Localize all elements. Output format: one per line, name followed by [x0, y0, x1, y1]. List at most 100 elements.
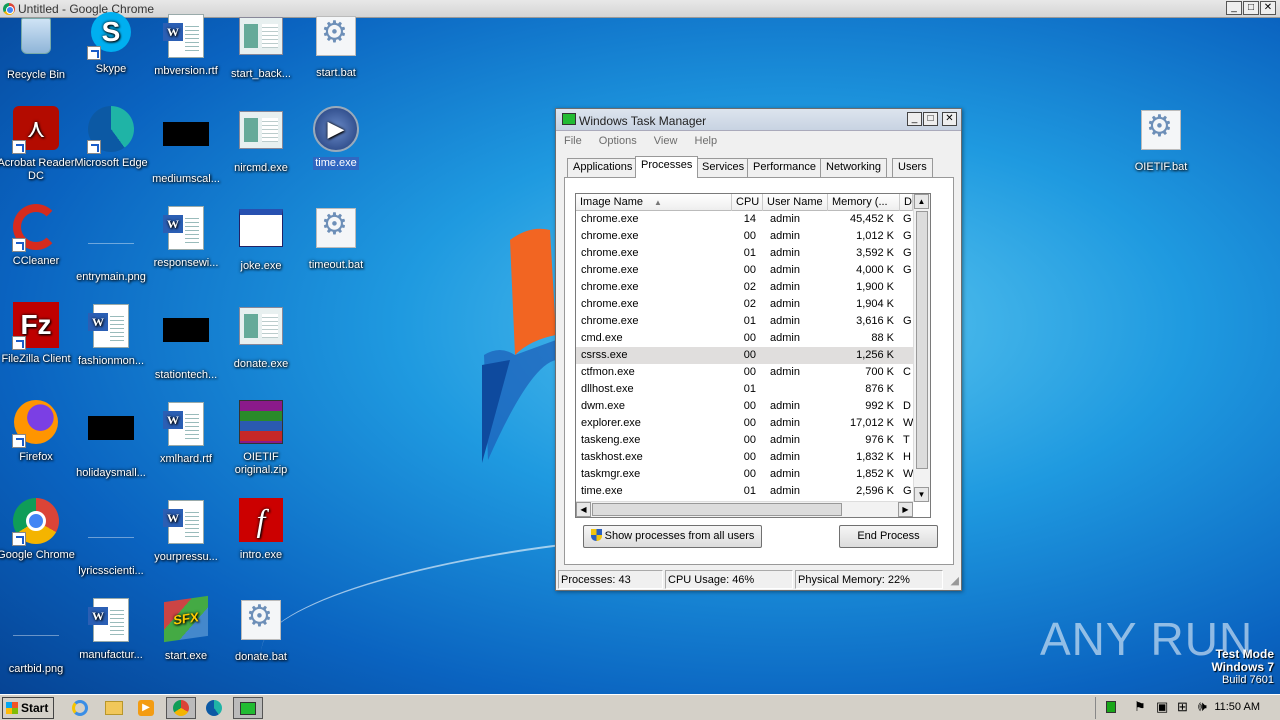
process-row[interactable]: chrome.exe 01 admin 3,592 K G	[576, 245, 913, 262]
desktop-icon-lyricsscienti[interactable]: lyricsscienti...	[69, 498, 153, 578]
process-row[interactable]: chrome.exe 02 admin 1,900 K	[576, 279, 913, 296]
minimize-button[interactable]: _	[1226, 1, 1242, 15]
clock[interactable]: 11:50 AM	[1214, 701, 1260, 713]
process-row[interactable]: ctfmon.exe 00 admin 700 K C	[576, 364, 913, 381]
network-green-icon[interactable]	[1106, 701, 1116, 713]
desktop-icon-skype[interactable]: S Skype	[69, 12, 153, 76]
column-description[interactable]: D	[900, 194, 913, 211]
desktop-icon-oietif-bat[interactable]: OIETIF.bat	[1119, 106, 1203, 174]
tab-processes[interactable]: Processes	[635, 156, 699, 178]
process-row[interactable]: chrome.exe 00 admin 1,012 K G	[576, 228, 913, 245]
desktop-icon-start-exe[interactable]: SFX start.exe	[144, 595, 228, 663]
resize-grip-icon[interactable]: ◢	[951, 574, 959, 587]
column-user-name[interactable]: User Name	[763, 194, 828, 211]
desktop-icon-edge[interactable]: Microsoft Edge	[69, 106, 153, 170]
process-row[interactable]: chrome.exe 01 admin 3,616 K G	[576, 313, 913, 330]
chrome-taskbar-button[interactable]	[166, 697, 196, 719]
scroll-up-button[interactable]: ▲	[914, 194, 929, 209]
desktop-icon-acrobat[interactable]: ⋏ Acrobat Reader DC	[0, 106, 78, 183]
tab-users[interactable]: Users	[892, 158, 933, 177]
tab-applications[interactable]: Applications	[567, 158, 639, 177]
show-all-processes-button[interactable]: Show processes from all users	[583, 525, 762, 548]
close-button[interactable]: ✕	[1260, 1, 1276, 15]
process-row[interactable]: chrome.exe 02 admin 1,904 K	[576, 296, 913, 313]
ie-icon[interactable]	[70, 698, 92, 718]
network-icon[interactable]: ⊞	[1177, 699, 1188, 715]
process-row[interactable]: chrome.exe 14 admin 45,452 K G	[576, 211, 913, 228]
desktop-icon-mbversion[interactable]: W mbversion.rtf	[144, 12, 228, 78]
end-process-button[interactable]: End Process	[839, 525, 938, 548]
process-row[interactable]: taskhost.exe 00 admin 1,832 K H	[576, 449, 913, 466]
process-mem-cell: 1,904 K	[856, 298, 894, 310]
tm-minimize-button[interactable]: _	[907, 112, 922, 126]
desktop-icon-xmlhard[interactable]: W xmlhard.rtf	[144, 400, 228, 466]
desktop-icon-recycle-bin[interactable]: Recycle Bin	[0, 12, 78, 82]
scroll-right-button[interactable]: ▶	[898, 502, 913, 517]
media-player-taskbar-icon[interactable]: ▶	[136, 698, 158, 718]
horizontal-scroll-thumb[interactable]	[592, 503, 842, 516]
tm-close-button[interactable]: ✕	[942, 112, 957, 126]
scroll-down-button[interactable]: ▼	[914, 487, 929, 502]
volume-icon[interactable]: 🕪	[1198, 698, 1207, 715]
menu-options[interactable]: Options	[599, 131, 637, 151]
start-button[interactable]: Start	[2, 697, 54, 719]
desktop-icon-nircmd[interactable]: nircmd.exe	[219, 106, 303, 175]
vertical-scrollbar[interactable]: ▲ ▼	[913, 194, 930, 502]
task-manager-title-bar[interactable]: Windows Task Manager _ □ ✕	[556, 109, 961, 131]
desktop-icon-start-back[interactable]: start_back...	[219, 12, 303, 81]
device-icon[interactable]: ▣	[1156, 699, 1168, 715]
process-row[interactable]: taskmgr.exe 00 admin 1,852 K W	[576, 466, 913, 483]
process-row[interactable]: dwm.exe 00 admin 992 K D	[576, 398, 913, 415]
desktop-icon-intro[interactable]: f intro.exe	[219, 498, 303, 562]
menu-view[interactable]: View	[654, 131, 678, 151]
explorer-folder-icon[interactable]	[103, 698, 125, 718]
column-cpu[interactable]: CPU	[732, 194, 763, 211]
tab-services[interactable]: Services	[696, 158, 751, 177]
desktop-icon-entrymain[interactable]: entrymain.png	[69, 204, 153, 284]
desktop-icon-holidaysmall[interactable]: holidaysmall...	[69, 400, 153, 480]
desktop-icon-google-chrome[interactable]: Google Chrome	[0, 498, 78, 562]
desktop-icon-mediumscal[interactable]: mediumscal...	[144, 106, 228, 186]
column-memory[interactable]: Memory (...	[828, 194, 900, 211]
desktop-icon-stationtech[interactable]: stationtech...	[144, 302, 228, 382]
desktop-icon-filezilla[interactable]: Fz FileZilla Client	[0, 302, 78, 366]
process-row[interactable]: time.exe 01 admin 2,596 K G	[576, 483, 913, 500]
menu-help[interactable]: Help	[695, 131, 718, 151]
column-image-name[interactable]: Image Name ▲	[576, 194, 732, 211]
tab-networking[interactable]: Networking	[820, 158, 888, 177]
process-row[interactable]: taskeng.exe 00 admin 976 K T	[576, 432, 913, 449]
flag-icon[interactable]: ⚑	[1134, 699, 1146, 715]
desktop-icon-donate-exe[interactable]: donate.exe	[219, 302, 303, 371]
desktop-icon-yourpressu[interactable]: W yourpressu...	[144, 498, 228, 564]
process-row[interactable]: cmd.exe 00 admin 88 K	[576, 330, 913, 347]
desktop-icon-ccleaner[interactable]: CCleaner	[0, 204, 78, 268]
process-mem-cell: 3,592 K	[856, 247, 894, 259]
desktop-icon-manufactur[interactable]: W manufactur...	[69, 596, 153, 662]
desktop-icon-cartbid[interactable]: cartbid.png	[0, 596, 78, 676]
maximize-button[interactable]: □	[1243, 1, 1259, 15]
process-row[interactable]: dllhost.exe 01 876 K	[576, 381, 913, 398]
desktop-icon-start-bat[interactable]: start.bat	[294, 12, 378, 80]
edge-taskbar-icon[interactable]	[204, 698, 226, 718]
process-row[interactable]: chrome.exe 00 admin 4,000 K G	[576, 262, 913, 279]
desktop-icon-joke[interactable]: joke.exe	[219, 204, 303, 273]
desktop-icon-donate-bat[interactable]: donate.bat	[219, 596, 303, 664]
vertical-scroll-thumb[interactable]	[916, 211, 928, 469]
process-row[interactable]: csrss.exe 00 1,256 K	[576, 347, 913, 364]
scroll-left-button[interactable]: ◀	[576, 502, 591, 517]
tm-maximize-button[interactable]: □	[923, 112, 938, 126]
tab-performance[interactable]: Performance	[747, 158, 822, 177]
desktop-icon-time-exe[interactable]: ▶ time.exe	[294, 106, 378, 170]
desktop-icon-oietif-zip[interactable]: OIETIF original.zip	[219, 400, 303, 477]
menu-file[interactable]: File	[564, 131, 582, 151]
process-name-cell: chrome.exe	[581, 315, 639, 327]
desktop-icon-timeout-bat[interactable]: timeout.bat	[294, 204, 378, 272]
desktop-icon-responsewi[interactable]: W responsewi...	[144, 204, 228, 270]
process-list[interactable]: Image Name ▲ CPU User Name Memory (... D…	[575, 193, 931, 518]
process-row[interactable]: explorer.exe 00 admin 17,012 K W	[576, 415, 913, 432]
desktop-icon-firefox[interactable]: Firefox	[0, 400, 78, 464]
task-manager-taskbar-button[interactable]	[233, 697, 263, 719]
task-manager-window[interactable]: Windows Task Manager _ □ ✕ File Options …	[555, 108, 962, 591]
horizontal-scrollbar[interactable]: ◀ ▶	[576, 501, 913, 517]
desktop-icon-fashionmon[interactable]: W fashionmon...	[69, 302, 153, 368]
